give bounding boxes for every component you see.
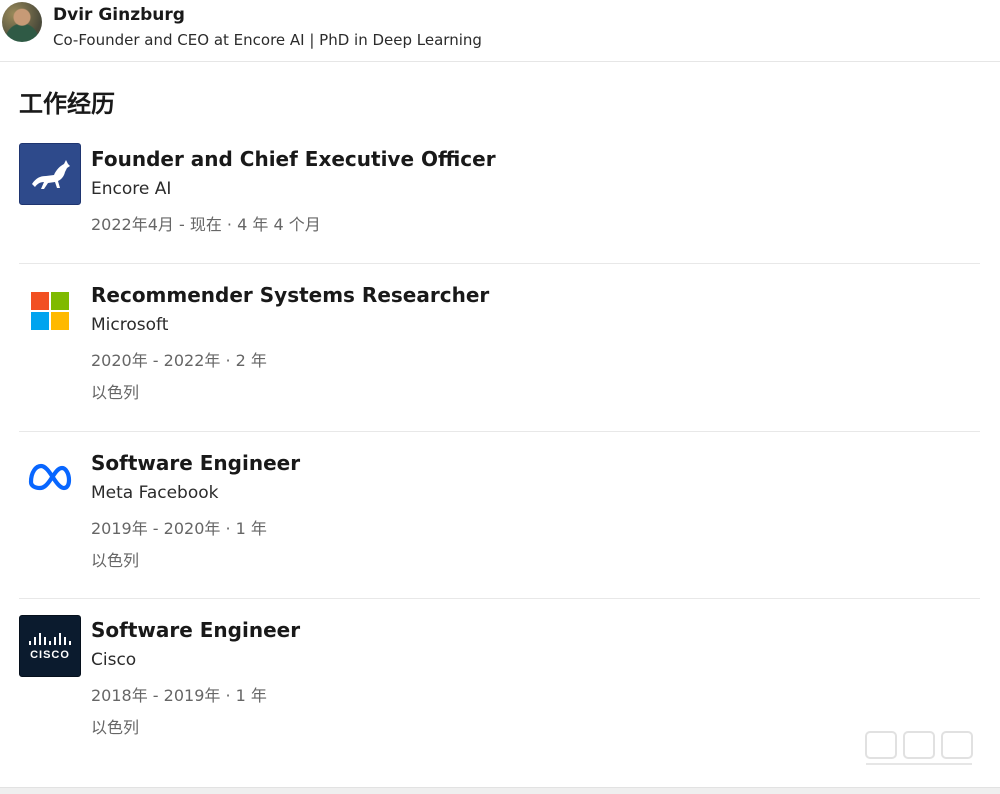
duration: 2020年 - 2022年 · 2 年 <box>91 351 267 370</box>
company-name[interactable]: Microsoft <box>91 315 168 335</box>
profile-name[interactable]: Dvir Ginzburg <box>53 5 185 25</box>
location: 以色列 <box>91 551 140 570</box>
section-title: 工作经历 <box>19 90 115 118</box>
company-name[interactable]: Cisco <box>91 650 136 670</box>
divider <box>19 431 980 432</box>
duration: 2022年4月 - 现在 · 4 年 4 个月 <box>91 215 321 234</box>
role-title[interactable]: Software Engineer <box>91 618 300 642</box>
meta-logo-icon[interactable] <box>19 446 81 508</box>
role-title[interactable]: Recommender Systems Researcher <box>91 283 489 307</box>
company-name[interactable]: Encore AI <box>91 179 171 199</box>
company-name[interactable]: Meta Facebook <box>91 483 219 503</box>
role-title[interactable]: Software Engineer <box>91 451 300 475</box>
profile-header: Dvir Ginzburg Co-Founder and CEO at Enco… <box>0 0 1000 62</box>
location: 以色列 <box>91 383 140 402</box>
location: 以色列 <box>91 718 140 737</box>
bottom-bar <box>0 787 1000 794</box>
zhidx-watermark-icon <box>862 726 980 770</box>
cisco-logo-icon[interactable]: CISCO <box>19 615 81 677</box>
encore-horse-logo-icon[interactable] <box>19 143 81 205</box>
divider <box>19 598 980 599</box>
role-title[interactable]: Founder and Chief Executive Officer <box>91 147 496 171</box>
avatar[interactable] <box>2 2 42 42</box>
cisco-logo-text: CISCO <box>30 649 70 661</box>
duration: 2019年 - 2020年 · 1 年 <box>91 519 267 538</box>
duration: 2018年 - 2019年 · 1 年 <box>91 686 267 705</box>
profile-headline: Co-Founder and CEO at Encore AI | PhD in… <box>53 31 482 49</box>
divider <box>19 263 980 264</box>
microsoft-logo-icon[interactable] <box>19 280 81 342</box>
